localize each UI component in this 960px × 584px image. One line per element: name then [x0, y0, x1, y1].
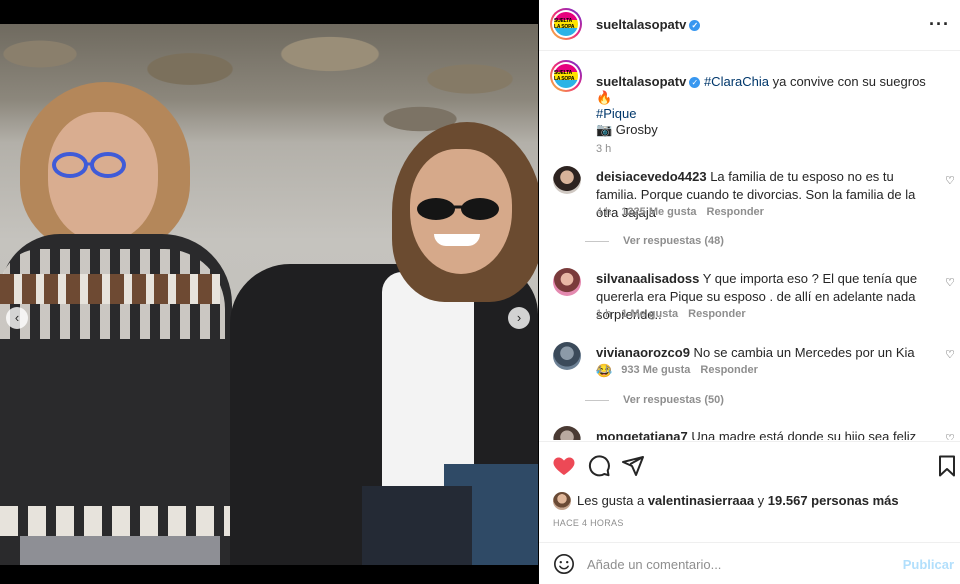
- liker-username[interactable]: valentinasierraaa: [648, 493, 754, 508]
- comment-username[interactable]: silvanaalisadoss: [596, 271, 699, 286]
- commenter-avatar[interactable]: [553, 342, 581, 370]
- view-replies-label[interactable]: Ver respuestas (48): [623, 235, 724, 247]
- publish-button[interactable]: Publicar: [903, 557, 954, 572]
- comment-input[interactable]: [587, 552, 897, 576]
- verified-badge-icon: ✓: [689, 77, 701, 88]
- likes-summary: Les gusta a valentinasierraaa y 19.567 p…: [553, 492, 899, 510]
- comment-time[interactable]: 1 h: [596, 308, 611, 320]
- comment-composer: Publicar: [539, 542, 960, 584]
- like-comment-icon[interactable]: ♡: [945, 276, 955, 289]
- like-comment-icon[interactable]: ♡: [945, 174, 955, 187]
- post-header: SUELTA LA SOPA sueltalasopatv ✓ ···: [539, 0, 960, 51]
- like-heart-icon[interactable]: [552, 454, 576, 478]
- reply-button[interactable]: Responder: [700, 364, 757, 376]
- post-photo[interactable]: ‹ ›: [0, 24, 538, 565]
- commenter-avatar[interactable]: [553, 426, 581, 440]
- post-viewer: ‹ › SUELTA LA SOPA sueltalasopatv ✓ ··· S…: [0, 0, 960, 584]
- emoji-icon[interactable]: [553, 553, 575, 575]
- author-username[interactable]: sueltalasopatv: [596, 17, 686, 32]
- commenter-avatar[interactable]: [553, 166, 581, 194]
- post-timestamp[interactable]: HACE 4 HORAS: [553, 518, 624, 528]
- caption-avatar[interactable]: SUELTA LA SOPA: [550, 60, 582, 92]
- likes-prefix: Les gusta a: [577, 493, 648, 508]
- sweater-pattern-band: [0, 274, 220, 304]
- photo-credit: 📷 Grosby: [596, 122, 658, 137]
- caption-text: sueltalasopatv ✓ #ClaraChia ya convive co…: [596, 74, 926, 122]
- likes-middle: y: [754, 493, 768, 508]
- like-comment-icon[interactable]: ♡: [945, 348, 955, 361]
- avatar-logo-text: SUELTA LA SOPA: [554, 70, 575, 82]
- save-bookmark-icon[interactable]: [935, 454, 959, 478]
- comment-username[interactable]: deisiacevedo4423: [596, 169, 707, 184]
- view-replies-button[interactable]: Ver respuestas (48): [585, 235, 724, 247]
- hashtag-pique[interactable]: #Pique: [596, 106, 636, 121]
- author-avatar[interactable]: SUELTA LA SOPA: [550, 8, 582, 40]
- reply-button[interactable]: Responder: [707, 206, 764, 218]
- caption-username[interactable]: sueltalasopatv: [596, 74, 686, 89]
- liker-avatar[interactable]: [553, 492, 571, 510]
- reply-button[interactable]: Responder: [688, 308, 745, 320]
- sunglasses: [417, 198, 499, 220]
- comment-time[interactable]: 4 h: [596, 364, 611, 376]
- likes-count[interactable]: 19.567 personas más: [768, 493, 899, 508]
- caption-time[interactable]: 3 h: [596, 143, 611, 155]
- blue-glasses: [52, 152, 126, 178]
- avatar-logo-text: SUELTA LA SOPA: [554, 18, 575, 30]
- comment-icon[interactable]: [587, 454, 611, 478]
- share-icon[interactable]: [621, 454, 645, 478]
- comment-username[interactable]: mongetatiana7: [596, 429, 688, 440]
- replies-divider: [585, 399, 609, 401]
- comment-username[interactable]: vivianaorozco9: [596, 345, 690, 360]
- woman-left-leggings: [20, 536, 220, 565]
- view-replies-button[interactable]: Ver respuestas (50): [585, 394, 724, 406]
- comment-likes[interactable]: 1 Me gusta: [621, 308, 678, 320]
- comment-time[interactable]: 4 h: [596, 206, 611, 218]
- replies-divider: [585, 240, 609, 242]
- comment-meta: 1 h 1 Me gusta Responder: [596, 308, 756, 320]
- comments-list[interactable]: SUELTA LA SOPA sueltalasopatv ✓ #ClaraChi…: [539, 52, 960, 440]
- next-slide-button[interactable]: ›: [508, 307, 530, 329]
- previous-slide-button[interactable]: ‹: [6, 307, 28, 329]
- view-replies-label[interactable]: Ver respuestas (50): [623, 394, 724, 406]
- comment-text: mongetatiana7 Una madre está donde su hi…: [596, 428, 926, 440]
- more-options-icon[interactable]: ···: [929, 14, 950, 35]
- hashtag-clarachia[interactable]: #ClaraChia: [704, 74, 769, 89]
- smile: [434, 234, 480, 246]
- comment-meta: 4 h 933 Me gusta Responder: [596, 364, 768, 376]
- sweater-hem-pattern: [0, 506, 232, 536]
- author-username-row[interactable]: sueltalasopatv ✓: [596, 17, 701, 32]
- like-comment-icon[interactable]: ♡: [945, 432, 955, 440]
- comment-likes[interactable]: 933 Me gusta: [621, 364, 690, 376]
- post-actions: Les gusta a valentinasierraaa y 19.567 p…: [539, 441, 960, 542]
- verified-badge-icon: ✓: [689, 20, 701, 31]
- comment-likes[interactable]: 1225 Me gusta: [621, 206, 696, 218]
- comment-meta: 4 h 1225 Me gusta Responder: [596, 206, 774, 218]
- post-side-panel: SUELTA LA SOPA sueltalasopatv ✓ ··· SUELT…: [539, 0, 960, 584]
- woman-right-pants: [362, 486, 472, 565]
- commenter-avatar[interactable]: [553, 268, 581, 296]
- comment-body: Una madre está donde su hijo sea feliz: [687, 429, 917, 440]
